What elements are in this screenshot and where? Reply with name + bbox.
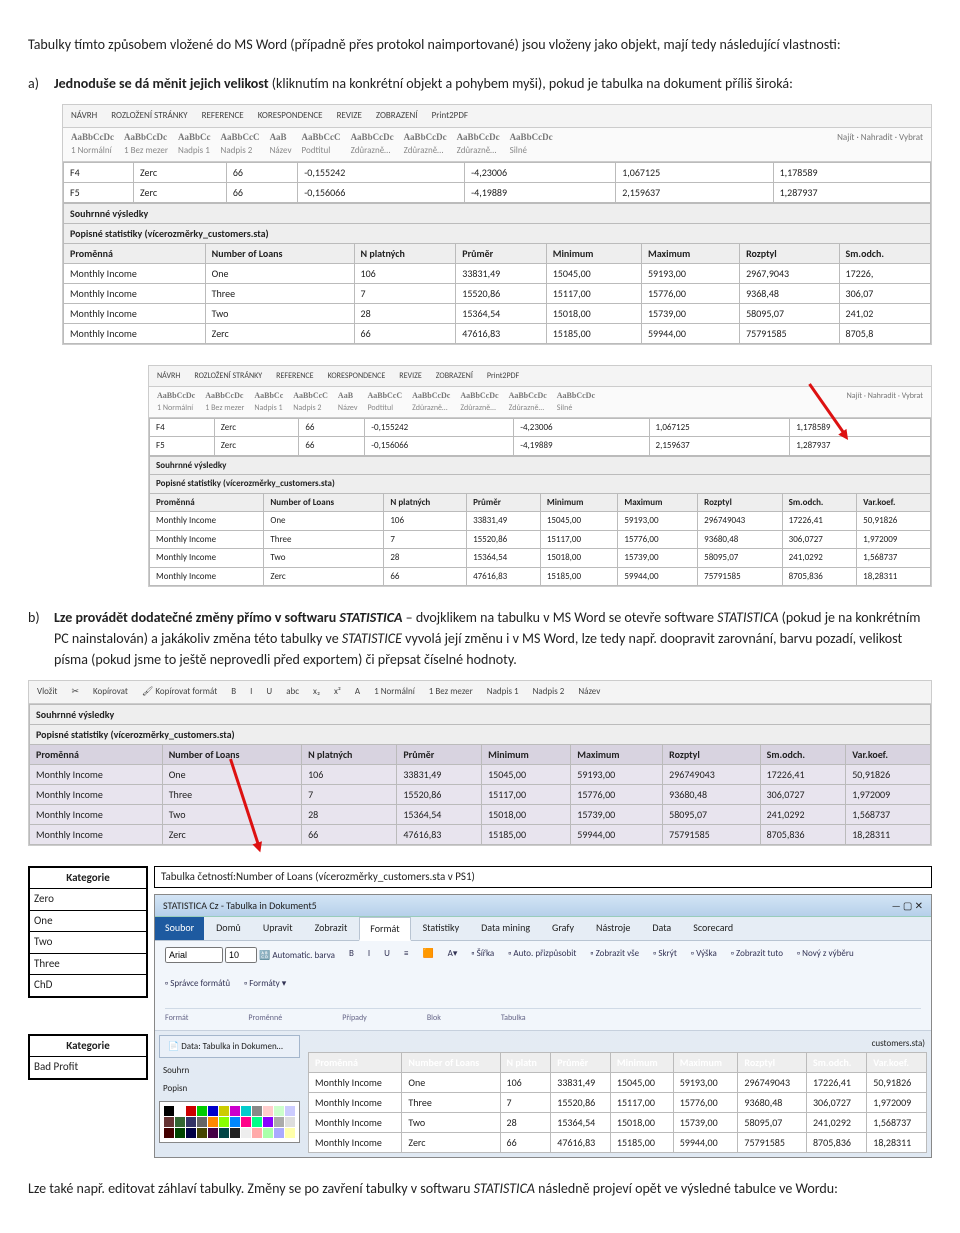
table-rows-f4f5-2: F4Zerc66-0,155242-4,230061,0671251,17858… xyxy=(149,418,931,456)
data-window-title: 📄 Data: Tabulka in Dokumen… xyxy=(159,1035,300,1059)
app-name-final: STATISTICA xyxy=(474,1180,535,1197)
list-marker-a: a) xyxy=(28,73,54,94)
color-palette[interactable] xyxy=(159,1101,300,1143)
table-rows-f4f5-1: F4Zerc66-0,155242-4,230061,0671251,17858… xyxy=(63,162,931,203)
final-t1: Lze také např. editovat záhlaví tabulky.… xyxy=(28,1180,474,1197)
word-ribbon-tabs-2: NÁVRHROZLOŽENÍ STRÁNKYREFERENCEKORESPOND… xyxy=(149,366,931,387)
word-ribbon-3: Vložit✂Kopírovat🖌 Kopírovat formátBIUabc… xyxy=(29,681,931,704)
word-ribbon-styles: AaBbCcDc1 NormálníAaBbCcDc1 Bez mezerAaB… xyxy=(63,128,931,162)
final-paragraph: Lze také např. editovat záhlaví tabulky.… xyxy=(28,1178,932,1199)
side-table-categories: KategorieZeroOneTwoThreeChD xyxy=(28,866,148,998)
item-a-bold: Jednoduše se dá měnit jejich velikost xyxy=(54,75,269,92)
mini-title-1: Souhrn xyxy=(155,1062,304,1080)
statistica-titlebar: STATISTICA Cz - Tabulka in Dokument5 — ▢… xyxy=(155,895,931,917)
statistica-window: STATISTICA Cz - Tabulka in Dokument5 — ▢… xyxy=(154,894,932,1158)
window-controls[interactable]: — ▢ ✕ xyxy=(892,898,923,913)
list-marker-b: b) xyxy=(28,607,54,670)
statistica-data-table: ProměnnáNumber of LoansN platnPrůměrMini… xyxy=(308,1052,927,1153)
screenshot-word-3: Vložit✂Kopírovat🖌 Kopírovat formátBIUabc… xyxy=(28,680,932,846)
item-b-text: Lze provádět dodatečné změny přímo v sof… xyxy=(54,607,932,670)
item-b-tail-1: – dvojklikem na tabulku v MS Word se ote… xyxy=(403,609,718,626)
app-name-3: STATISTICE xyxy=(342,630,402,647)
item-a-tail: (kliknutím na konkrétní objekt a pohybem… xyxy=(269,75,793,92)
final-t2: následně projeví opět ve výsledné tabulc… xyxy=(535,1180,838,1197)
table-stats-2: Souhrnné výsledkyPopisné statistiky (víc… xyxy=(149,456,931,587)
mini-title-2: Popisn xyxy=(155,1080,304,1098)
intro-paragraph: Tabulky tímto způsobem vložené do MS Wor… xyxy=(28,34,932,55)
table-caption: Tabulka četností:Number of Loans (vícero… xyxy=(154,866,932,889)
statistica-toolbar[interactable]: 🔠 Automatic. barvaBIU≡🟧A▾▫ Šířka▫ Auto. … xyxy=(155,941,931,1031)
app-name-2: STATISTICA xyxy=(717,609,778,626)
table-stats-3: Souhrnné výsledkyPopisné statistiky (víc… xyxy=(29,704,931,845)
palette-footer-label: customers.sta) xyxy=(308,1035,927,1053)
screenshot-word-2: NÁVRHROZLOŽENÍ STRÁNKYREFERENCEKORESPOND… xyxy=(148,365,932,588)
word-ribbon-tabs: NÁVRHROZLOŽENÍ STRÁNKYREFERENCEKORESPOND… xyxy=(63,105,931,128)
screenshot-combo: KategorieZeroOneTwoThreeChD KategorieBad… xyxy=(28,866,932,1159)
table-stats-1: Souhrnné výsledkyPopisné statistiky (víc… xyxy=(63,203,931,344)
item-a-text: Jednoduše se dá měnit jejich velikost (k… xyxy=(54,73,932,94)
screenshot-word-1: NÁVRHROZLOŽENÍ STRÁNKYREFERENCEKORESPOND… xyxy=(62,104,932,345)
app-name-1: STATISTICA xyxy=(339,609,402,626)
statistica-tabs[interactable]: SouborDomůUpravitZobrazitFormátStatistik… xyxy=(155,917,931,941)
item-b-bold-1: Lze provádět dodatečné změny přímo v sof… xyxy=(54,609,339,626)
side-table-bottom: KategorieBad Profit xyxy=(28,1034,148,1080)
statistica-title-text: STATISTICA Cz - Tabulka in Dokument5 xyxy=(163,898,317,913)
